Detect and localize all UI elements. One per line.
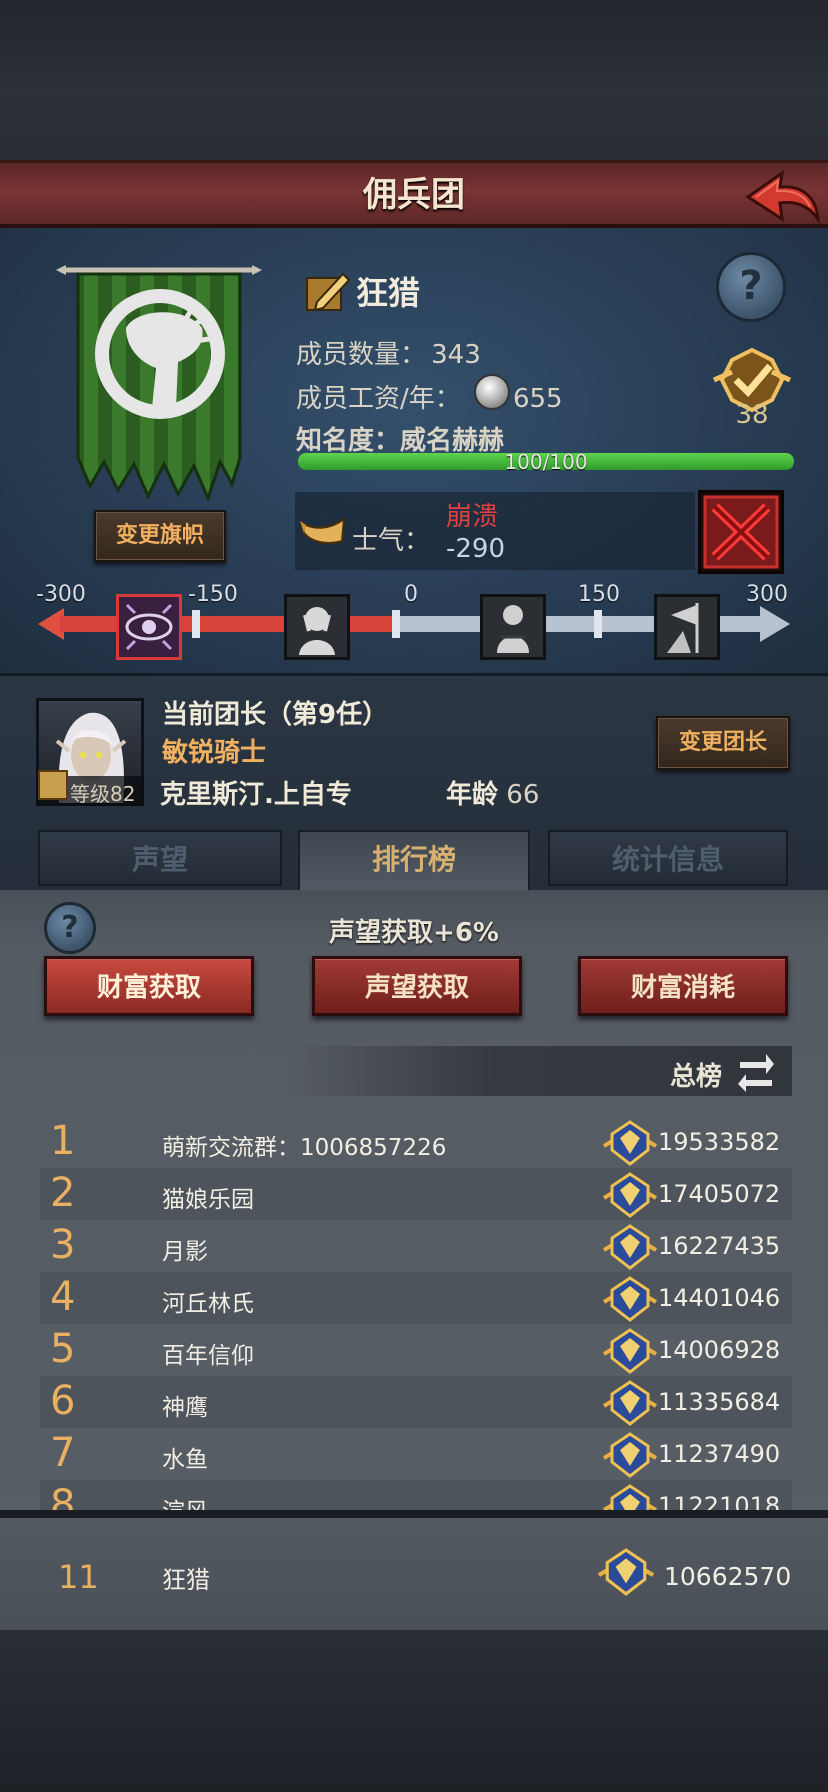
- salary-stat: 成员工资/年： 655: [296, 378, 563, 415]
- row-name: 渲风: [162, 1492, 208, 1510]
- morale-value: -290: [446, 534, 506, 564]
- wealth-gain-button[interactable]: 财富获取: [44, 956, 254, 1016]
- row-rank: 1: [50, 1118, 76, 1164]
- medal-icon: [596, 1548, 656, 1596]
- row-rank: 4: [50, 1274, 76, 1320]
- weapon-class-icon: [38, 770, 68, 800]
- leader-title: 当前团长（第9任）: [162, 700, 389, 730]
- row-score: 16227435: [658, 1232, 781, 1260]
- morale-level-calm-icon[interactable]: [480, 594, 546, 660]
- row-rank: 3: [50, 1222, 76, 1268]
- medal-icon: [602, 1224, 658, 1270]
- own-score: 10662570: [664, 1562, 792, 1591]
- salary-value: 655: [512, 384, 563, 414]
- members-value: 343: [431, 340, 481, 370]
- row-rank: 8: [50, 1482, 76, 1510]
- medal-icon: [602, 1484, 658, 1510]
- table-row[interactable]: 7 水鱼 11237490: [40, 1428, 792, 1480]
- members-label: 成员数量：: [296, 340, 427, 370]
- table-row[interactable]: 5 百年信仰 14006928: [40, 1324, 792, 1376]
- filter-label[interactable]: 总榜: [670, 1056, 722, 1093]
- silver-coin-icon: [474, 374, 510, 410]
- morale-warning-icon[interactable]: [698, 490, 784, 574]
- tab-leaderboard[interactable]: 排行榜: [298, 830, 530, 894]
- guild-name: 狂猎: [356, 274, 421, 312]
- tab-statistics[interactable]: 统计信息: [548, 830, 788, 886]
- tick-label: 300: [746, 582, 788, 607]
- table-row[interactable]: 8 渲风 11221018: [40, 1480, 792, 1510]
- tab-reputation[interactable]: 声望: [38, 830, 282, 886]
- row-rank: 6: [50, 1378, 76, 1424]
- bottom-texture: [0, 1630, 828, 1792]
- table-row[interactable]: 4 河丘林氏 14401046: [40, 1272, 792, 1324]
- table-row[interactable]: 3 月影 16227435: [40, 1220, 792, 1272]
- age-value: 66: [506, 780, 540, 810]
- morale-label: 士气：: [352, 526, 431, 556]
- change-flag-button[interactable]: 变更旗帜: [94, 510, 226, 562]
- morale-level-despair-icon[interactable]: [284, 594, 350, 660]
- back-arrow-icon: [745, 169, 820, 225]
- morale-level-collapse-icon[interactable]: [116, 594, 182, 660]
- fame-bar-text: 100/100: [504, 450, 588, 474]
- row-name: 水鱼: [162, 1447, 208, 1473]
- medal-icon: [602, 1328, 658, 1374]
- own-rank: 11: [58, 1558, 99, 1596]
- tick-label: -300: [36, 582, 86, 607]
- swap-icon[interactable]: [736, 1050, 776, 1092]
- row-score: 17405072: [658, 1180, 781, 1208]
- table-row[interactable]: 6 神鹰 11335684: [40, 1376, 792, 1428]
- title-bar: 佣兵团: [0, 160, 828, 228]
- tick-label: 0: [404, 582, 418, 607]
- row-score: 11221018: [658, 1492, 781, 1510]
- tick-label: 150: [578, 582, 620, 607]
- leaderboard-list[interactable]: 1 萌新交流群：1006857226 19533582 2 猫娘乐园 17405…: [0, 1116, 828, 1510]
- medal-icon: [602, 1120, 658, 1166]
- row-rank: 5: [50, 1326, 76, 1372]
- row-name: 月影: [162, 1239, 208, 1265]
- leader-class: 敏锐骑士: [162, 738, 267, 768]
- row-name: 百年信仰: [162, 1343, 254, 1369]
- table-row[interactable]: 1 萌新交流群：1006857226 19533582: [40, 1116, 792, 1168]
- row-name: 猫娘乐园: [162, 1187, 254, 1213]
- medal-icon: [602, 1276, 658, 1322]
- row-score: 11237490: [658, 1440, 781, 1468]
- medal-icon: [602, 1432, 658, 1478]
- medal-icon: [602, 1172, 658, 1218]
- own-name: 狂猎: [162, 1566, 210, 1594]
- row-score: 11335684: [658, 1388, 781, 1416]
- page-title: 佣兵团: [363, 175, 465, 215]
- horn-icon: [298, 515, 346, 549]
- question-icon: ?: [739, 263, 763, 309]
- row-name: 萌新交流群：1006857226: [162, 1135, 447, 1161]
- row-name: 河丘林氏: [162, 1291, 254, 1317]
- row-rank: 2: [50, 1170, 76, 1216]
- divider: [0, 1510, 828, 1518]
- morale-level-rally-icon[interactable]: [654, 594, 720, 660]
- table-row[interactable]: 2 猫娘乐园 17405072: [40, 1168, 792, 1220]
- morale-status: 崩溃: [446, 502, 499, 532]
- help-button[interactable]: ?: [716, 252, 786, 322]
- reputation-gain-button[interactable]: 声望获取: [312, 956, 522, 1016]
- tick-label: -150: [188, 582, 238, 607]
- age-label: 年龄: [446, 780, 499, 810]
- emblem-count: 38: [735, 400, 769, 430]
- medal-icon: [602, 1380, 658, 1426]
- change-leader-button[interactable]: 变更团长: [656, 716, 790, 770]
- top-texture: [0, 0, 828, 160]
- members-stat: 成员数量： 343: [296, 334, 481, 371]
- guild-banner: [56, 258, 262, 508]
- row-score: 14401046: [658, 1284, 781, 1312]
- row-score: 19533582: [658, 1128, 781, 1156]
- wealth-spend-button[interactable]: 财富消耗: [578, 956, 788, 1016]
- leader-level: 等级82: [70, 782, 136, 806]
- row-name: 神鹰: [162, 1395, 208, 1421]
- row-score: 14006928: [658, 1336, 781, 1364]
- row-rank: 7: [50, 1430, 76, 1476]
- leader-age: 年龄 66: [446, 774, 539, 811]
- back-button[interactable]: [742, 167, 822, 227]
- edit-name-icon[interactable]: [305, 268, 351, 314]
- salary-label: 成员工资/年：: [296, 384, 461, 414]
- reputation-bonus: 声望获取+6%: [329, 918, 499, 948]
- leader-name: 克里斯汀.上自专: [160, 780, 352, 810]
